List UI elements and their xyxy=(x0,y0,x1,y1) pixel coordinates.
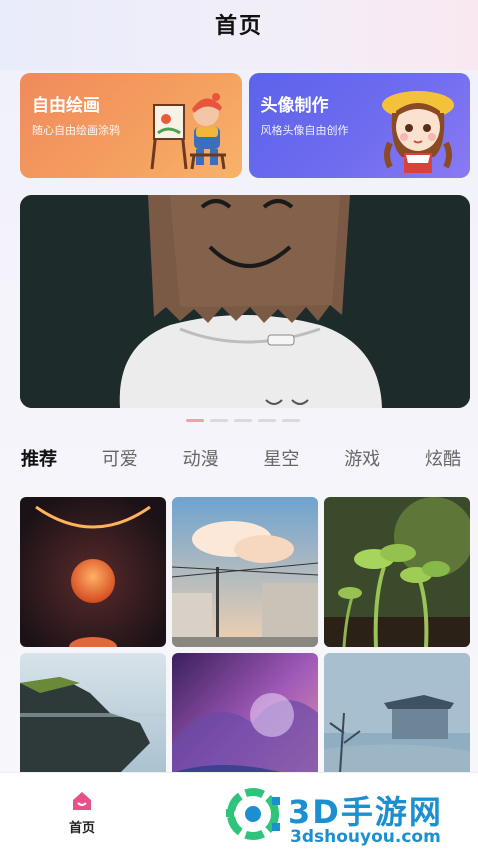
home-tab-label: 首页 xyxy=(68,821,95,836)
tab-game[interactable]: 游戏 xyxy=(344,445,380,471)
page-header: 首页 xyxy=(0,0,478,48)
tab-recommend[interactable]: 推荐 xyxy=(21,445,57,471)
tab-cute[interactable]: 可爱 xyxy=(102,445,138,471)
wallpaper-grid xyxy=(20,497,470,803)
watermark-url: 3dshouyou.com xyxy=(290,827,441,847)
site-watermark: 3D手游网 3dshouyou.com xyxy=(220,779,478,850)
page-title: 首页 xyxy=(214,14,263,39)
indicator-dot[interactable] xyxy=(258,419,276,422)
tab-starry-sky[interactable]: 星空 xyxy=(263,445,299,471)
bottom-tab-bar: 首页 3D手游网 3dshouyou.com xyxy=(0,772,478,850)
avatar-making-card[interactable]: 头像制作 风格头像自由创作 xyxy=(248,73,470,178)
painter-illustration xyxy=(150,93,226,170)
banner-indicator xyxy=(186,419,300,422)
watermark-logo xyxy=(226,788,280,840)
indicator-dot[interactable] xyxy=(210,419,228,422)
indicator-dot[interactable] xyxy=(186,419,204,422)
tab-anime[interactable]: 动漫 xyxy=(183,445,219,471)
wallpaper-tile[interactable] xyxy=(324,497,470,647)
banner-carousel[interactable] xyxy=(20,195,470,408)
free-painting-card[interactable]: 自由绘画 随心自由绘画涂鸦 xyxy=(20,73,242,178)
wallpaper-tile[interactable] xyxy=(172,497,318,647)
home-icon xyxy=(73,792,91,810)
feature-cards: 自由绘画 随心自由绘画涂鸦 头像制作 风格头像自由创作 xyxy=(20,73,470,178)
girl-avatar-illustration xyxy=(382,91,454,173)
indicator-dot[interactable] xyxy=(234,419,252,422)
tab-cool[interactable]: 炫酷 xyxy=(425,445,461,471)
indicator-dot[interactable] xyxy=(282,419,300,422)
banner-image xyxy=(20,195,470,408)
wallpaper-tile[interactable] xyxy=(20,497,166,647)
category-tabs: 推荐 可爱 动漫 星空 游戏 炫酷 xyxy=(21,445,461,471)
home-tab[interactable]: 首页 xyxy=(60,789,104,836)
